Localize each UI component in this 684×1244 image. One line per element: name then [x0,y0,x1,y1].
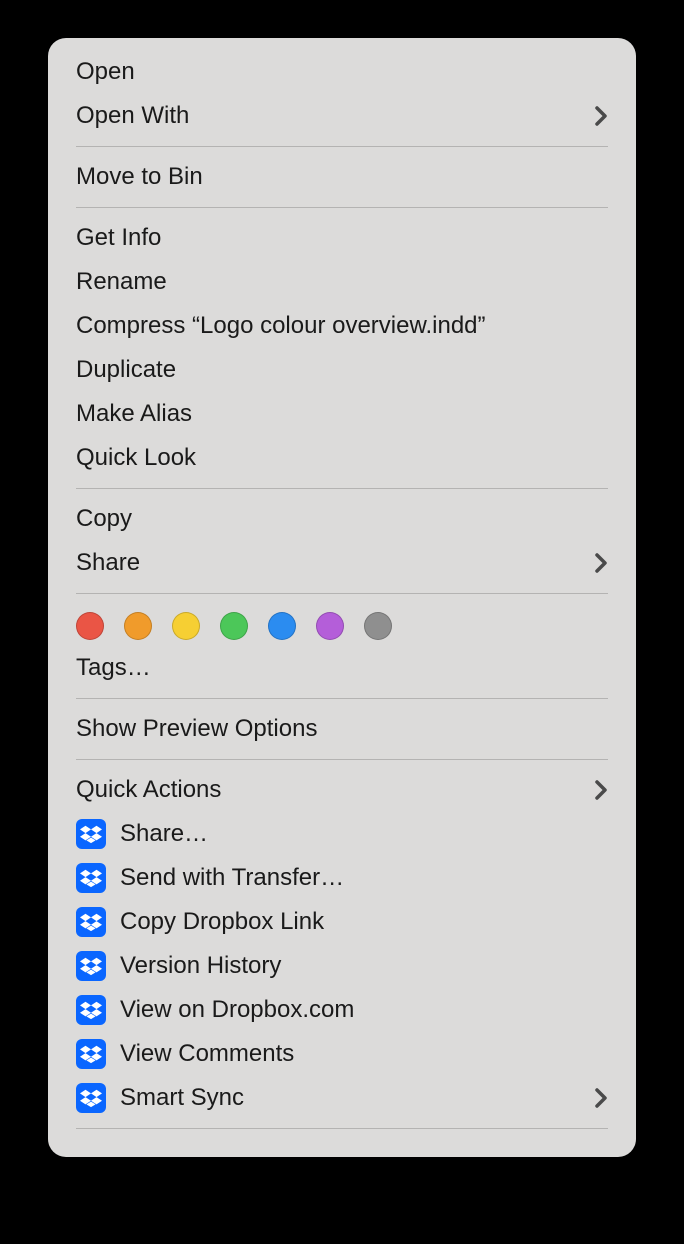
separator [76,146,608,147]
menu-item-label: Make Alias [76,400,608,428]
menu-item-compress[interactable]: Compress “Logo colour overview.indd” [48,304,636,348]
menu-item-label: Version History [120,952,608,980]
menu-item-label: Get Info [76,224,608,252]
menu-item-rename[interactable]: Rename [48,260,636,304]
menu-item-label: Rename [76,268,608,296]
menu-item-show-preview-options[interactable]: Show Preview Options [48,707,636,751]
separator [76,593,608,594]
tag-dot-green[interactable] [220,612,248,640]
tag-dot-blue[interactable] [268,612,296,640]
menu-item-open-with[interactable]: Open With [48,94,636,138]
dropbox-icon [76,995,106,1025]
menu-item-open[interactable]: Open [48,50,636,94]
menu-item-label: Copy [76,505,608,533]
menu-item-dropbox-view-on-site[interactable]: View on Dropbox.com [48,988,636,1032]
menu-item-share[interactable]: Share [48,541,636,585]
menu-item-dropbox-version-history[interactable]: Version History [48,944,636,988]
menu-item-copy[interactable]: Copy [48,497,636,541]
menu-item-label: Send with Transfer… [120,864,608,892]
menu-item-label: Copy Dropbox Link [120,908,608,936]
menu-item-label: Share [76,549,594,577]
menu-item-dropbox-share[interactable]: Share… [48,812,636,856]
tag-dot-red[interactable] [76,612,104,640]
dropbox-icon [76,1039,106,1069]
menu-item-dropbox-send-transfer[interactable]: Send with Transfer… [48,856,636,900]
dropbox-icon [76,1083,106,1113]
menu-item-label: View on Dropbox.com [120,996,608,1024]
menu-item-label: Compress “Logo colour overview.indd” [76,312,608,340]
menu-item-quick-actions[interactable]: Quick Actions [48,768,636,812]
menu-item-label: Quick Look [76,444,608,472]
chevron-right-icon [594,105,608,127]
tag-dot-yellow[interactable] [172,612,200,640]
chevron-right-icon [594,779,608,801]
menu-item-dropbox-copy-link[interactable]: Copy Dropbox Link [48,900,636,944]
menu-item-label: Smart Sync [120,1084,594,1112]
chevron-right-icon [594,1087,608,1109]
dropbox-icon [76,863,106,893]
menu-item-label: View Comments [120,1040,608,1068]
tag-dot-purple[interactable] [316,612,344,640]
dropbox-icon [76,907,106,937]
menu-item-tags[interactable]: Tags… [48,646,636,690]
tag-dot-gray[interactable] [364,612,392,640]
menu-item-dropbox-view-comments[interactable]: View Comments [48,1032,636,1076]
menu-item-label: Share… [120,820,608,848]
menu-item-label: Move to Bin [76,163,608,191]
menu-item-label: Duplicate [76,356,608,384]
menu-item-label: Open [76,58,608,86]
menu-item-label: Show Preview Options [76,715,608,743]
separator [76,207,608,208]
dropbox-icon [76,951,106,981]
separator [76,1128,608,1129]
dropbox-icon [76,819,106,849]
separator [76,488,608,489]
context-menu: Open Open With Move to Bin Get Info Rena… [48,38,636,1157]
menu-item-quick-look[interactable]: Quick Look [48,436,636,480]
menu-item-make-alias[interactable]: Make Alias [48,392,636,436]
menu-item-label: Tags… [76,654,608,682]
menu-item-duplicate[interactable]: Duplicate [48,348,636,392]
menu-item-dropbox-smart-sync[interactable]: Smart Sync [48,1076,636,1120]
menu-item-move-to-bin[interactable]: Move to Bin [48,155,636,199]
menu-item-label: Quick Actions [76,776,594,804]
tag-color-row [48,602,636,646]
separator [76,759,608,760]
tag-dot-orange[interactable] [124,612,152,640]
chevron-right-icon [594,552,608,574]
menu-item-get-info[interactable]: Get Info [48,216,636,260]
separator [76,698,608,699]
menu-item-label: Open With [76,102,594,130]
